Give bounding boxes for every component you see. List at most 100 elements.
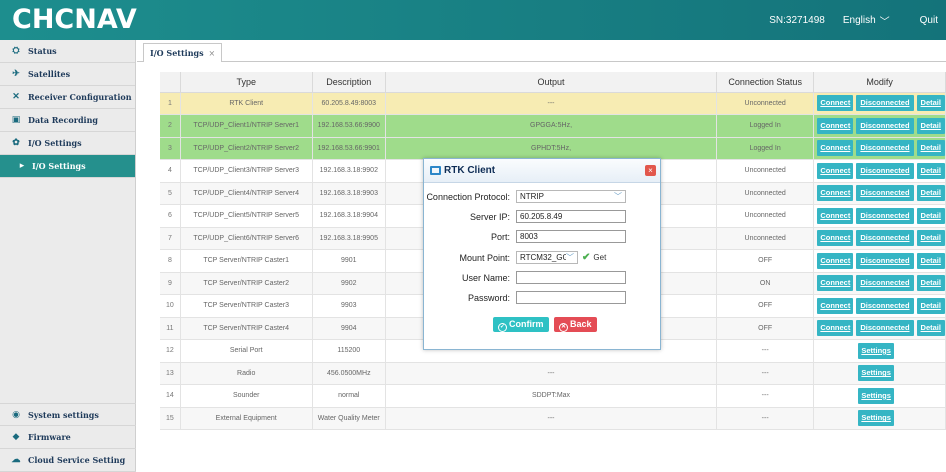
detail-button[interactable]: Detail (916, 320, 945, 337)
row-connection-status: Unconnected (716, 159, 815, 183)
settings-button[interactable]: Settings (858, 365, 894, 382)
connect-button[interactable]: Connect (817, 297, 854, 314)
disconnected-button[interactable]: Disconnected (856, 230, 914, 247)
modify-buttons: Connect Disconnected Detail (814, 162, 945, 179)
get-button[interactable]: ✔ Get (582, 252, 606, 263)
connect-button[interactable]: Connect (817, 117, 854, 134)
row-connection-status: ON (716, 272, 815, 295)
sidebar-item-satellites[interactable]: ✈ Satellites (0, 63, 135, 86)
disconnected-button[interactable]: Disconnected (856, 275, 914, 292)
mount-point-select[interactable]: RTCM32_GGB ﹀ (516, 251, 578, 264)
settings-button[interactable]: Settings (858, 342, 894, 359)
sidebar-item-cloud-service-setting[interactable]: ☁ Cloud Service Setting (0, 449, 136, 472)
protocol-label: Connection Protocol: (426, 191, 510, 202)
password-input[interactable] (516, 291, 626, 304)
row-type: Serial Port (180, 339, 313, 363)
back-button[interactable]: ✕ Back (554, 317, 597, 332)
connect-button[interactable]: Connect (817, 252, 854, 269)
detail-button[interactable]: Detail (916, 297, 945, 314)
sidebar-subitem-io-settings[interactable]: ▸ I/O Settings (0, 155, 135, 178)
detail-button[interactable]: Detail (916, 95, 945, 112)
header-right: SN:3271498 English ﹀ Quit (769, 0, 946, 40)
connect-button[interactable]: Connect (817, 162, 854, 179)
row-description: 9903 (312, 294, 387, 318)
quit-button[interactable]: Quit (920, 15, 938, 26)
connection-protocol-select[interactable]: NTRIP ﹀ (516, 190, 626, 203)
detail-button[interactable]: Detail (916, 162, 945, 179)
port-input[interactable]: 8003 (516, 230, 626, 243)
check-circle-icon: ✓ (498, 323, 507, 332)
password-row: Password: (424, 291, 626, 304)
connect-button[interactable]: Connect (817, 95, 854, 112)
row-index: 4 (160, 159, 181, 183)
disconnected-button[interactable]: Disconnected (856, 140, 914, 157)
row-type: TCP/UDP_Client4/NTRIP Server4 (180, 182, 313, 205)
detail-button[interactable]: Detail (916, 185, 945, 202)
modify-buttons: Connect Disconnected Detail (814, 140, 945, 157)
sidebar-item-firmware[interactable]: ◆ Firmware (0, 426, 136, 449)
disconnected-button[interactable]: Disconnected (856, 95, 914, 112)
column-header-index (160, 72, 181, 93)
row-type: TCP/UDP_Client6/NTRIP Server6 (180, 227, 313, 250)
sidebar-item-data-recording[interactable]: ▣ Data Recording (0, 109, 135, 132)
sidebar-item-status[interactable]: ⛭ Status (0, 40, 135, 63)
tab-io-settings[interactable]: I/O Settings × (143, 43, 223, 62)
connect-button[interactable]: Connect (817, 140, 854, 157)
settings-button[interactable]: Settings (858, 387, 894, 404)
confirm-button[interactable]: ✓ Confirm (493, 317, 549, 332)
sidebar-item-receiver-configuration[interactable]: ✕ Receiver Configuration (0, 86, 135, 109)
disconnected-button[interactable]: Disconnected (856, 207, 914, 224)
detail-button[interactable]: Detail (916, 252, 945, 269)
user-name-input[interactable] (516, 271, 626, 284)
server-ip-input[interactable]: 60.205.8.49 (516, 210, 626, 223)
connect-button[interactable]: Connect (817, 185, 854, 202)
disconnected-button[interactable]: Disconnected (856, 297, 914, 314)
settings-button[interactable]: Settings (858, 410, 894, 427)
mount-point-label: Mount Point: (459, 252, 510, 263)
disconnected-button[interactable]: Disconnected (856, 185, 914, 202)
disconnected-button[interactable]: Disconnected (856, 320, 914, 337)
row-description: Water Quality Meter (312, 407, 387, 430)
row-modify: Connect Disconnected Detail (813, 294, 946, 318)
row-description: 192.168.3.18:9905 (312, 227, 387, 250)
get-label: Get (593, 253, 607, 262)
connect-button[interactable]: Connect (817, 275, 854, 292)
row-index: 1 (160, 92, 181, 115)
disconnected-button[interactable]: Disconnected (856, 162, 914, 179)
connect-button[interactable]: Connect (817, 207, 854, 224)
sidebar-item-label: Data Recording (28, 115, 98, 125)
row-modify: Settings (813, 362, 946, 385)
connect-button[interactable]: Connect (817, 320, 854, 337)
sidebar-item-system-settings[interactable]: ◉ System settings (0, 403, 136, 426)
detail-button[interactable]: Detail (916, 140, 945, 157)
mount-point-row: Mount Point: RTCM32_GGB ﹀ ✔ Get (424, 251, 606, 264)
sidebar-item-label: Status (28, 46, 57, 56)
chevron-down-icon: ﹀ (879, 16, 890, 28)
row-modify: Settings (813, 339, 946, 363)
row-type: TCP/UDP_Client3/NTRIP Server3 (180, 159, 313, 183)
detail-button[interactable]: Detail (916, 275, 945, 292)
disconnected-button[interactable]: Disconnected (856, 117, 914, 134)
detail-button[interactable]: Detail (916, 207, 945, 224)
sidebar-item-label: System settings (28, 409, 99, 420)
close-icon[interactable]: × (645, 165, 656, 176)
close-icon[interactable]: × (208, 49, 215, 58)
detail-button[interactable]: Detail (916, 230, 945, 247)
firmware-icon: ◆ (12, 432, 20, 442)
column-header-type: Type (180, 72, 313, 93)
chevron-down-icon: ﹀ (566, 253, 574, 262)
table-row: 15 External Equipment Water Quality Meter -… (160, 407, 946, 430)
language-select[interactable]: English ﹀ (843, 13, 890, 28)
modify-buttons: Connect Disconnected Detail (814, 207, 945, 224)
table-row: 2 TCP/UDP_Client1/NTRIP Server1 192.168.53… (160, 114, 946, 138)
connect-button[interactable]: Connect (817, 230, 854, 247)
detail-button[interactable]: Detail (916, 117, 945, 134)
sidebar-item-io-settings[interactable]: ✿ I/O Settings (0, 132, 135, 155)
disconnected-button[interactable]: Disconnected (856, 252, 914, 269)
column-header-output: Output (385, 72, 717, 93)
row-description: 9904 (312, 317, 387, 340)
dialog-title: RTK Client (444, 165, 496, 176)
server-ip-label: Server IP: (469, 211, 510, 222)
modify-buttons: Settings (814, 387, 944, 404)
row-output: --- (385, 92, 717, 115)
